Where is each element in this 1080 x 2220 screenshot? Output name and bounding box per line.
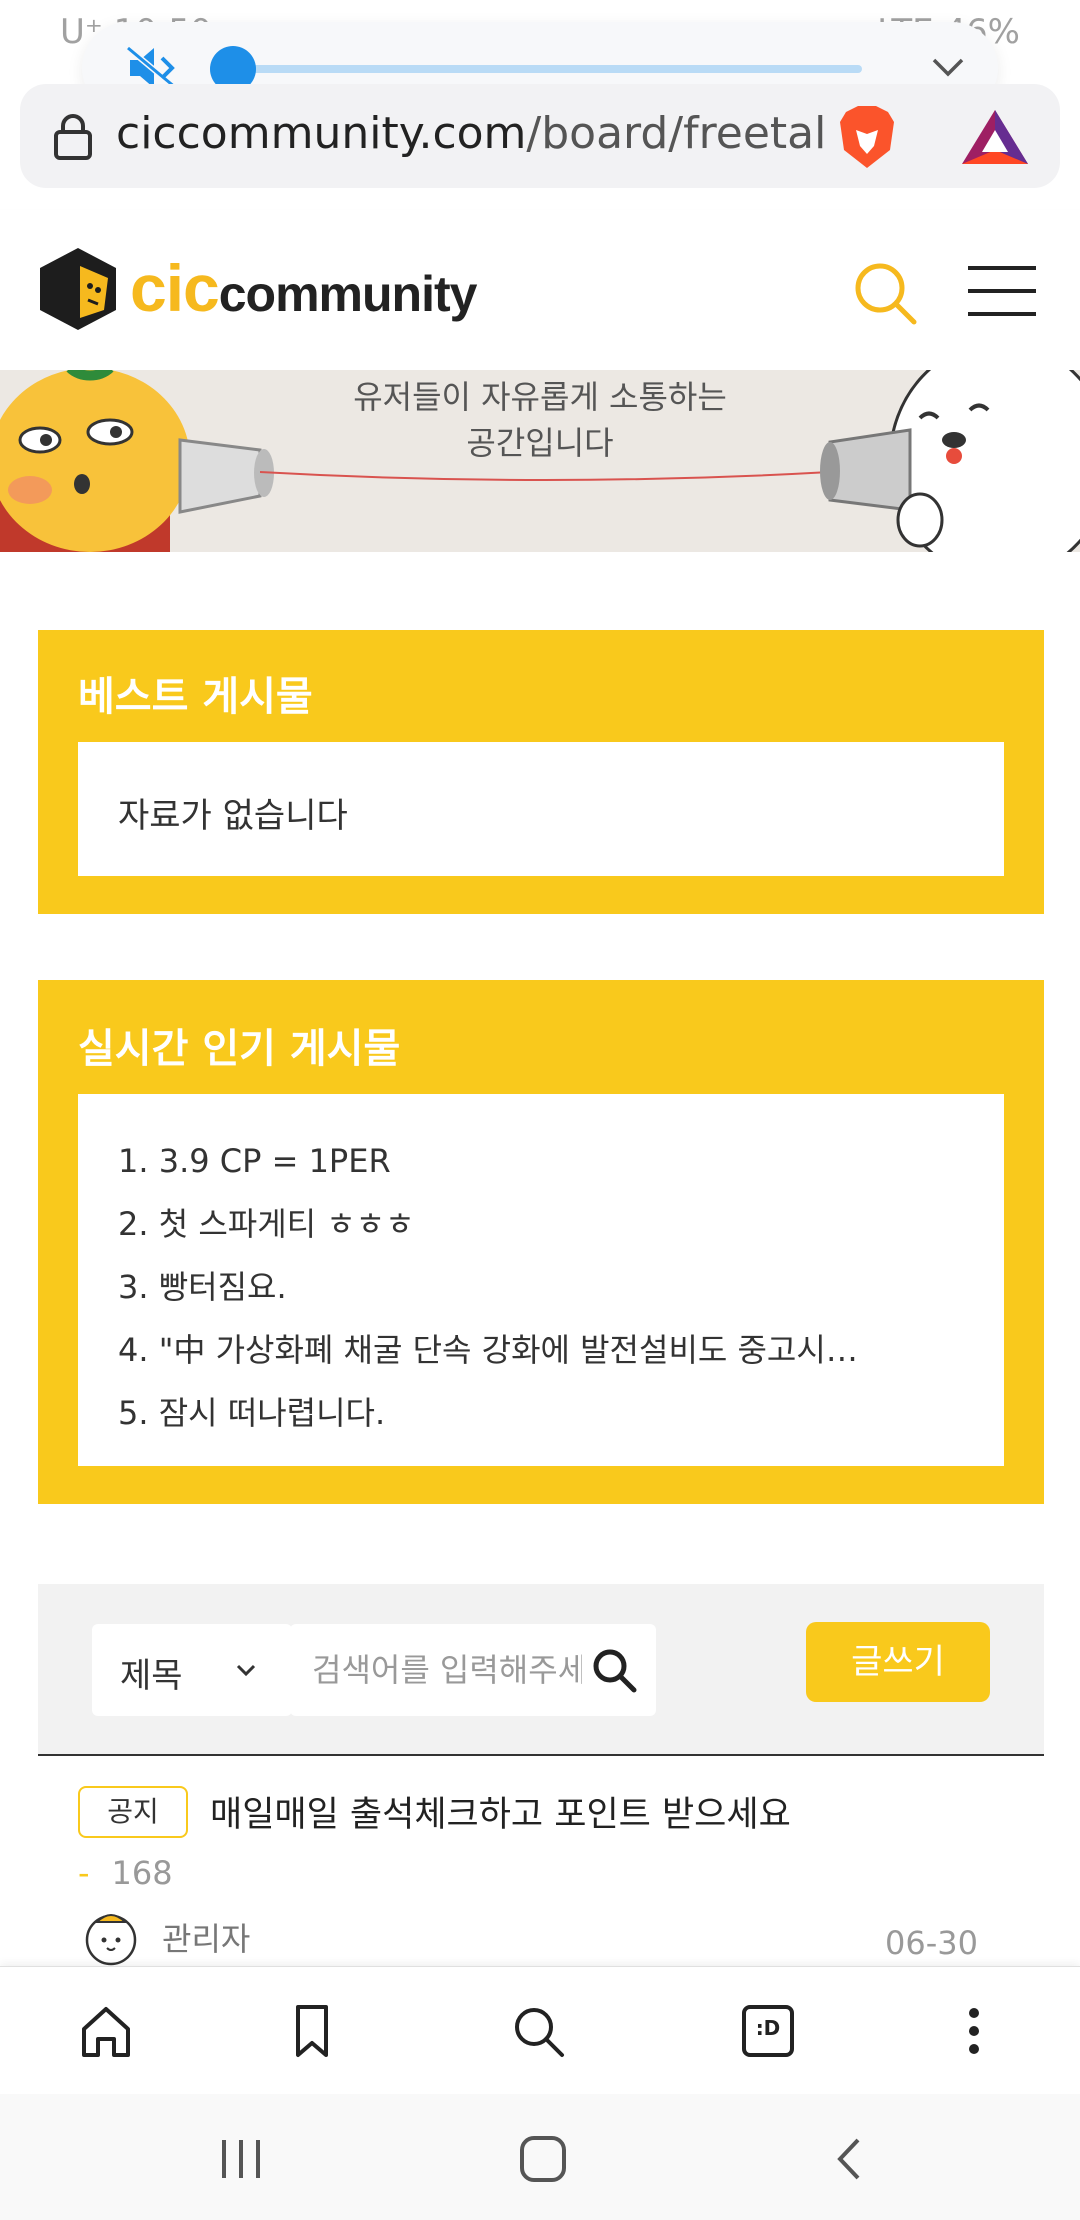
url-text[interactable]: ciccommunity.com/board/freetalk (116, 108, 826, 159)
tabs-icon[interactable]: :D (738, 2001, 798, 2061)
search-icon[interactable] (852, 260, 918, 326)
search-icon[interactable] (590, 1646, 638, 1694)
rewards-triangle-icon[interactable] (960, 106, 1030, 168)
search-icon[interactable] (508, 2001, 568, 2061)
volume-slider-track[interactable] (232, 65, 862, 73)
tabs-icon-label: :D (755, 2016, 781, 2040)
chevron-down-icon[interactable] (928, 48, 968, 88)
count-dash: - (78, 1854, 90, 1892)
popular-post-link[interactable]: 3. 빵터짐요. (118, 1256, 878, 1319)
avatar (85, 1914, 137, 1966)
more-icon[interactable] (944, 2001, 1004, 2061)
system-navigation-bar (0, 2094, 1080, 2220)
empty-message: 자료가 없습니다 (118, 796, 348, 836)
write-post-button[interactable]: 글쓰기 (806, 1622, 990, 1702)
post-count-value: 168 (111, 1854, 173, 1892)
post-author: 관리자 (162, 1920, 251, 1958)
board-search-bar: 제목 글쓰기 (38, 1584, 1044, 1756)
chevron-down-icon (236, 1664, 256, 1677)
back-nav-icon[interactable] (822, 2134, 876, 2184)
brave-shield-icon[interactable] (836, 104, 898, 170)
post-title[interactable]: 매일매일 출석체크하고 포인트 받으세요 (210, 1786, 791, 1837)
lock-icon (54, 114, 92, 160)
url-path: /board/freetalk (526, 108, 826, 159)
realtime-popular-list: 1. 3.9 CP = 1PER 2. 첫 스파게티 ㅎㅎㅎ 3. 빵터짐요. … (78, 1094, 1004, 1466)
banner-text: 유저들이 자유롭게 소통하는 공간입니다 (290, 374, 790, 466)
popular-post-link[interactable]: 2. 첫 스파게티 ㅎㅎㅎ (118, 1193, 878, 1256)
search-field-selected: 제목 (120, 1656, 183, 1696)
logo-community-text: community (218, 266, 478, 322)
realtime-popular-title: 실시간 인기 게시물 (78, 1026, 401, 1072)
white-seal-character-illustration (820, 370, 1080, 552)
best-posts-list: 자료가 없습니다 (78, 742, 1004, 876)
search-input[interactable] (312, 1644, 582, 1696)
post-date: 06-30 (885, 1924, 978, 1962)
popular-post-link[interactable]: 1. 3.9 CP = 1PER (118, 1130, 878, 1193)
hamburger-menu-icon[interactable] (966, 262, 1038, 320)
best-posts-title: 베스트 게시물 (78, 674, 313, 720)
popular-post-link[interactable]: 4. "中 가상화폐 채굴 단속 강화에 발전설비도 중고시장에 매물" (118, 1319, 878, 1382)
home-nav-icon[interactable] (516, 2134, 570, 2184)
home-icon[interactable] (76, 2001, 136, 2061)
bookmark-icon[interactable] (282, 2001, 342, 2061)
cic-logo-icon[interactable] (38, 246, 118, 332)
url-host: ciccommunity.com (116, 108, 527, 159)
table-row[interactable]: 공지 매일매일 출석체크하고 포인트 받으세요 -168 관리자 06-30 (38, 1756, 1044, 1966)
best-posts-section: 베스트 게시물 자료가 없습니다 (38, 630, 1044, 914)
post-view-count: -168 (78, 1854, 173, 1892)
search-input-wrap (290, 1624, 656, 1716)
banner-line-1: 유저들이 자유롭게 소통하는 (353, 378, 727, 416)
board-banner: 유저들이 자유롭게 소통하는 공간입니다 (0, 370, 1080, 552)
logo-cic-text: cic (130, 251, 220, 325)
notice-badge: 공지 (78, 1786, 188, 1838)
banner-line-2: 공간입니다 (466, 424, 614, 462)
site-header: ciccommunity (0, 210, 1080, 370)
search-field-select[interactable]: 제목 (92, 1624, 292, 1716)
recent-apps-icon[interactable] (214, 2134, 268, 2184)
popular-post-link[interactable]: 5. 잠시 떠나렵니다. (118, 1382, 878, 1445)
realtime-popular-section: 실시간 인기 게시물 1. 3.9 CP = 1PER 2. 첫 스파게티 ㅎㅎ… (38, 980, 1044, 1504)
site-logo-text[interactable]: ciccommunity (130, 250, 478, 326)
orange-character-illustration (0, 370, 274, 552)
browser-toolbar: :D (0, 1966, 1080, 2094)
tin-can-string (260, 471, 830, 481)
address-bar[interactable]: ciccommunity.com/board/freetalk (20, 84, 1060, 188)
